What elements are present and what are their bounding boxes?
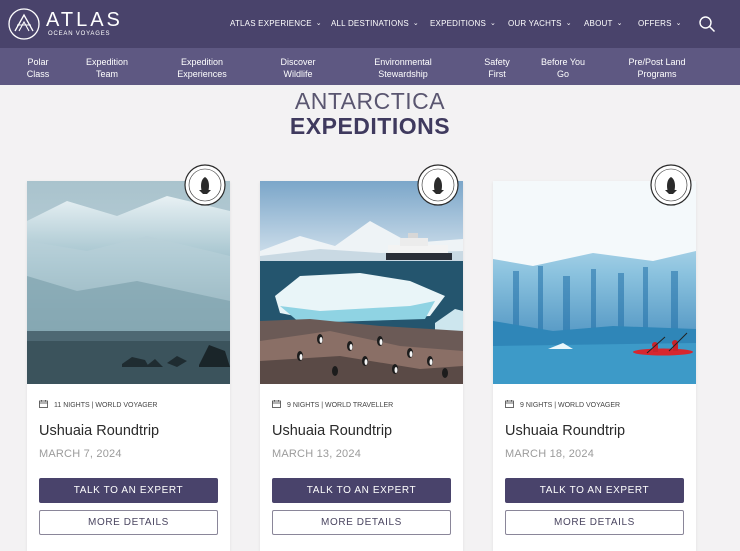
chevron-down-icon: ⌄ [616, 20, 623, 27]
more-details-button[interactable]: MORE DETAILS [505, 510, 684, 535]
card-image-iceberg-kayaks[interactable] [493, 181, 696, 384]
page-title-line2: EXPEDITIONS [289, 113, 451, 139]
chevron-down-icon: ⌄ [565, 20, 572, 27]
card-date: MARCH 13, 2024 [272, 448, 362, 460]
subnav-pre-post-land-programs[interactable]: Pre/Post Land Programs [620, 56, 694, 80]
talk-to-expert-button[interactable]: TALK TO AN EXPERT [505, 478, 684, 503]
polar-expeditions-badge-icon [184, 164, 226, 206]
subnav-safety-first[interactable]: Safety First [476, 56, 518, 80]
card-meta: 11 NIGHTS | WORLD VOYAGER [39, 400, 157, 409]
nav-expeditions[interactable]: EXPEDITIONS ⌄ [430, 19, 496, 28]
chevron-down-icon: ⌄ [412, 20, 419, 27]
card-meta: 9 NIGHTS | WORLD TRAVELLER [272, 400, 393, 409]
nav-offers[interactable]: OFFERS ⌄ [638, 19, 682, 28]
polar-expeditions-badge-icon [417, 164, 459, 206]
talk-to-expert-button[interactable]: TALK TO AN EXPERT [272, 478, 451, 503]
sub-nav: Polar Class Expedition Team Expedition Expe… [0, 48, 740, 85]
card-image-penguins-ship[interactable] [260, 181, 463, 384]
nav-all-destinations[interactable]: ALL DESTINATIONS ⌄ [331, 19, 419, 28]
main-nav: ATLAS EXPERIENCE ⌄ ALL DESTINATIONS ⌄ EXPE… [0, 0, 740, 48]
expedition-card: 9 NIGHTS | WORLD VOYAGER Ushuaia Roundtr… [493, 164, 696, 551]
nav-our-yachts[interactable]: OUR YACHTS ⌄ [508, 19, 572, 28]
nav-about[interactable]: ABOUT ⌄ [584, 19, 623, 28]
card-image-glacier[interactable] [27, 181, 230, 384]
nav-atlas-experience[interactable]: ATLAS EXPERIENCE ⌄ [230, 19, 322, 28]
subnav-discover-wildlife[interactable]: Discover Wildlife [270, 56, 326, 80]
talk-to-expert-button[interactable]: TALK TO AN EXPERT [39, 478, 218, 503]
calendar-icon [272, 400, 281, 408]
calendar-icon [505, 400, 514, 408]
subnav-before-you-go[interactable]: Before You Go [536, 56, 590, 80]
expedition-card: 11 NIGHTS | WORLD VOYAGER Ushuaia Roundt… [27, 164, 230, 551]
subnav-expedition-experiences[interactable]: Expedition Experiences [170, 56, 234, 80]
subnav-environmental-stewardship[interactable]: Environmental Stewardship [364, 56, 442, 80]
card-meta: 9 NIGHTS | WORLD VOYAGER [505, 400, 620, 409]
subnav-expedition-team[interactable]: Expedition Team [78, 56, 136, 80]
page-title-line1: ANTARCTICA [294, 88, 446, 114]
chevron-down-icon: ⌄ [490, 20, 497, 27]
subnav-polar-class[interactable]: Polar Class [20, 56, 56, 80]
card-date: MARCH 7, 2024 [39, 448, 122, 460]
polar-expeditions-badge-icon [650, 164, 692, 206]
expedition-card: 9 NIGHTS | WORLD TRAVELLER Ushuaia Round… [260, 164, 463, 551]
more-details-button[interactable]: MORE DETAILS [39, 510, 218, 535]
card-title[interactable]: Ushuaia Roundtrip [505, 423, 625, 439]
more-details-button[interactable]: MORE DETAILS [272, 510, 451, 535]
chevron-down-icon: ⌄ [675, 20, 682, 27]
chevron-down-icon: ⌄ [315, 20, 322, 27]
card-title[interactable]: Ushuaia Roundtrip [39, 423, 159, 439]
calendar-icon [39, 400, 48, 408]
search-icon[interactable] [698, 15, 716, 33]
top-header: ATLAS OCEAN VOYAGES ATLAS EXPERIENCE ⌄ AL… [0, 0, 740, 48]
card-title[interactable]: Ushuaia Roundtrip [272, 423, 392, 439]
card-date: MARCH 18, 2024 [505, 448, 595, 460]
